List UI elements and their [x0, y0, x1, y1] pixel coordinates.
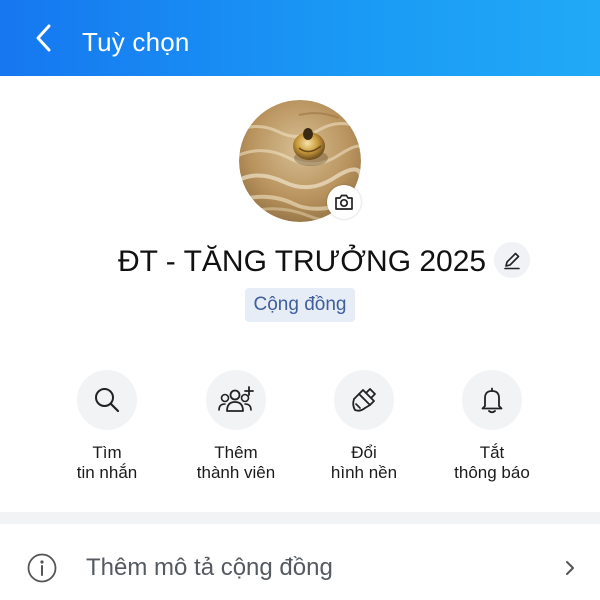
chevron-left-icon — [36, 24, 51, 52]
group-name-row: ĐT - TĂNG TRƯỞNG 2025 — [0, 238, 600, 286]
back-button[interactable] — [24, 18, 64, 58]
search-icon — [95, 388, 120, 413]
group-avatar-container — [239, 100, 361, 222]
pencil-icon — [504, 252, 520, 270]
add-members-label: Thêm thành viên — [196, 443, 276, 482]
change-wallpaper-button[interactable] — [334, 370, 394, 430]
search-messages-action[interactable]: Tìm tin nhắn — [43, 365, 171, 483]
add-members-button[interactable] — [206, 370, 266, 430]
add-description-row[interactable]: Thêm mô tả cộng đồng — [0, 536, 600, 600]
chevron-right-icon — [566, 561, 574, 575]
info-icon — [27, 553, 57, 583]
search-messages-label: Tìm tin nhắn — [76, 443, 138, 482]
page-title: Tuỳ chọn — [82, 27, 190, 57]
change-wallpaper-action[interactable]: Đổi hình nền — [300, 365, 428, 483]
mute-notifications-action[interactable]: Tắt thông báo — [428, 365, 556, 483]
quick-actions: Tìm tin nhắn Thêm thành viên Đổi hình nề… — [0, 365, 600, 485]
camera-icon — [335, 194, 353, 210]
bell-icon — [481, 387, 503, 414]
change-avatar-button[interactable] — [327, 185, 361, 219]
top-app-bar: Tuỳ chọn — [0, 0, 600, 76]
edit-name-button[interactable] — [494, 242, 530, 278]
change-wallpaper-label: Đổi hình nền — [330, 443, 398, 482]
community-badge: Cộng đồng — [245, 288, 355, 322]
add-description-label: Thêm mô tả cộng đồng — [86, 554, 333, 581]
section-divider — [0, 512, 600, 524]
add-members-icon — [218, 386, 254, 412]
add-members-action[interactable]: Thêm thành viên — [172, 365, 300, 483]
group-name: ĐT - TĂNG TRƯỞNG 2025 — [118, 245, 487, 278]
mute-notifications-button[interactable] — [462, 370, 522, 430]
paintbrush-icon — [352, 388, 376, 412]
mute-notifications-label: Tắt thông báo — [454, 443, 530, 482]
search-messages-button[interactable] — [77, 370, 137, 430]
